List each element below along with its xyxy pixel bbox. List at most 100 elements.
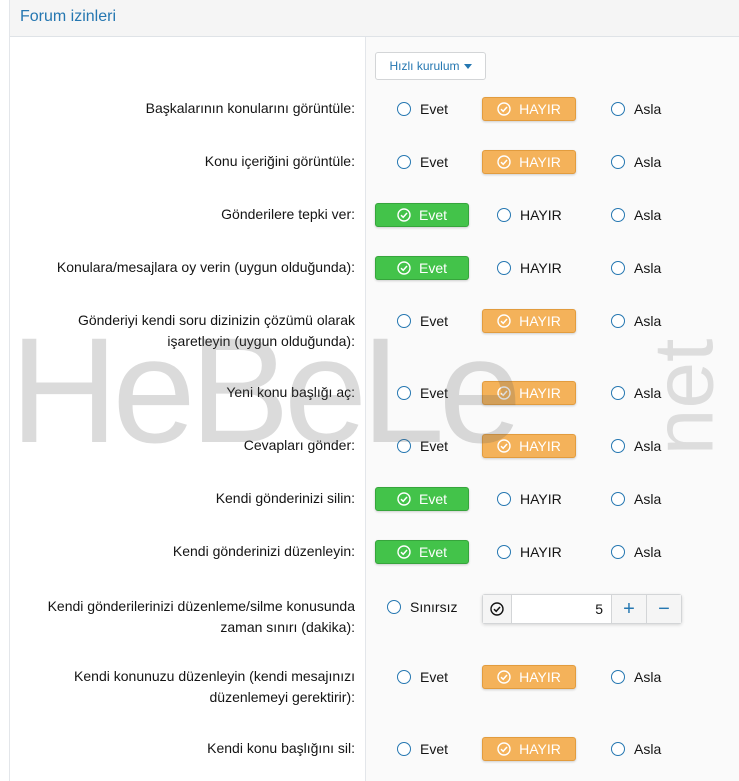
quick-setup-dropdown[interactable]: Hızlı kurulum bbox=[375, 52, 486, 80]
option-yes[interactable]: Evet bbox=[397, 151, 448, 173]
option-label: HAYIR bbox=[519, 385, 561, 401]
increment-button[interactable]: + bbox=[611, 595, 646, 623]
option-label: Asla bbox=[634, 313, 662, 329]
check-circle-icon bbox=[497, 386, 511, 400]
option-yes[interactable]: Evet bbox=[397, 382, 448, 404]
option-never[interactable]: Asla bbox=[611, 435, 661, 457]
option-label: HAYIR bbox=[519, 154, 561, 170]
option-label: HAYIR bbox=[520, 207, 562, 223]
label-line: düzenlemeyi gerektirir): bbox=[209, 689, 356, 705]
permission-label-view-thread-content: Konu içeriğini görüntüle: bbox=[204, 153, 355, 169]
radio-icon bbox=[611, 545, 625, 559]
option-label: Evet bbox=[420, 313, 449, 329]
check-circle-icon bbox=[490, 602, 504, 616]
option-unlimited[interactable]: Sınırsız bbox=[387, 596, 457, 618]
option-label: Asla bbox=[634, 101, 662, 117]
option-label: Evet bbox=[418, 207, 447, 223]
option-no[interactable]: HAYIR bbox=[497, 541, 562, 563]
option-no[interactable]: HAYIR bbox=[497, 204, 562, 226]
caret-down-icon bbox=[463, 63, 472, 69]
radio-icon bbox=[397, 314, 411, 328]
check-circle-icon bbox=[497, 314, 511, 328]
option-label: Asla bbox=[634, 385, 662, 401]
option-never[interactable]: Asla bbox=[611, 151, 661, 173]
option-never[interactable]: Asla bbox=[611, 541, 661, 563]
option-yes[interactable]: Evet bbox=[397, 310, 448, 332]
option-label: HAYIR bbox=[519, 313, 561, 329]
option-no-selected[interactable]: HAYIR bbox=[482, 737, 576, 761]
radio-icon bbox=[611, 102, 625, 116]
option-never[interactable]: Asla bbox=[611, 488, 661, 510]
option-yes-selected[interactable]: Evet bbox=[375, 540, 469, 564]
option-label: Evet bbox=[418, 491, 447, 507]
radio-icon bbox=[611, 742, 625, 756]
check-circle-icon bbox=[497, 742, 511, 756]
option-yes[interactable]: Evet bbox=[397, 738, 448, 760]
option-label: HAYIR bbox=[520, 260, 562, 276]
check-circle-icon bbox=[497, 439, 511, 453]
option-label: HAYIR bbox=[520, 491, 562, 507]
option-label: Asla bbox=[634, 669, 662, 685]
option-never[interactable]: Asla bbox=[611, 204, 661, 226]
option-label: Asla bbox=[634, 207, 662, 223]
limit-enabled-checkbox[interactable] bbox=[483, 595, 512, 623]
option-label: Evet bbox=[420, 669, 449, 685]
option-yes-selected[interactable]: Evet bbox=[375, 203, 469, 227]
option-label: HAYIR bbox=[520, 544, 562, 560]
option-no-selected[interactable]: HAYIR bbox=[482, 381, 576, 405]
time-limit-spinner: 5 + − bbox=[482, 594, 682, 624]
radio-icon bbox=[497, 492, 511, 506]
option-no-selected[interactable]: HAYIR bbox=[482, 434, 576, 458]
option-never[interactable]: Asla bbox=[611, 257, 661, 279]
option-yes-selected[interactable]: Evet bbox=[375, 487, 469, 511]
option-label: HAYIR bbox=[519, 101, 561, 117]
option-yes-selected[interactable]: Evet bbox=[375, 256, 469, 280]
permission-label-post-reply: Cevapları gönder: bbox=[243, 437, 355, 453]
option-never[interactable]: Asla bbox=[611, 382, 661, 404]
decrement-button[interactable]: − bbox=[646, 595, 681, 623]
option-yes[interactable]: Evet bbox=[397, 435, 448, 457]
check-circle-icon bbox=[497, 102, 511, 116]
option-label: HAYIR bbox=[519, 438, 561, 454]
radio-icon bbox=[611, 492, 625, 506]
option-yes[interactable]: Evet bbox=[397, 98, 448, 120]
option-no-selected[interactable]: HAYIR bbox=[482, 97, 576, 121]
radio-icon bbox=[611, 386, 625, 400]
option-never[interactable]: Asla bbox=[611, 98, 661, 120]
option-no[interactable]: HAYIR bbox=[497, 257, 562, 279]
option-label: Asla bbox=[634, 260, 662, 276]
permission-label-delete-own-thread: Kendi konu başlığını sil: bbox=[207, 740, 355, 756]
radio-icon bbox=[611, 155, 625, 169]
option-never[interactable]: Asla bbox=[611, 310, 661, 332]
option-label: Evet bbox=[418, 544, 447, 560]
check-circle-icon bbox=[397, 545, 411, 559]
option-label: HAYIR bbox=[519, 669, 561, 685]
radio-icon bbox=[397, 386, 411, 400]
check-circle-icon bbox=[497, 670, 511, 684]
option-label: Asla bbox=[634, 491, 662, 507]
option-no-selected[interactable]: HAYIR bbox=[482, 309, 576, 333]
radio-icon bbox=[497, 261, 511, 275]
option-no[interactable]: HAYIR bbox=[497, 488, 562, 510]
quick-setup-label: Hızlı kurulum bbox=[389, 59, 460, 73]
option-label: Evet bbox=[420, 385, 449, 401]
option-label: Asla bbox=[634, 438, 662, 454]
label-line: Kendi gönderilerinizi düzenleme/silme ko… bbox=[47, 598, 355, 614]
radio-icon bbox=[397, 439, 411, 453]
option-never[interactable]: Asla bbox=[611, 738, 661, 760]
forum-permissions-page: Forum izinleri Hızlı kurulum Başkalarını… bbox=[0, 0, 739, 781]
radio-icon bbox=[611, 261, 625, 275]
option-never[interactable]: Asla bbox=[611, 666, 661, 688]
option-label: Asla bbox=[634, 544, 662, 560]
permission-label-edit-time-limit: Kendi gönderilerinizi düzenleme/silme ko… bbox=[5, 596, 355, 638]
radio-icon bbox=[397, 155, 411, 169]
section-header: Forum izinleri bbox=[10, 0, 739, 37]
permission-label-new-thread: Yeni konu başlığı aç: bbox=[226, 384, 355, 400]
option-label: Asla bbox=[634, 154, 662, 170]
option-label: HAYIR bbox=[519, 741, 561, 757]
option-yes[interactable]: Evet bbox=[397, 666, 448, 688]
option-no-selected[interactable]: HAYIR bbox=[482, 150, 576, 174]
option-no-selected[interactable]: HAYIR bbox=[482, 665, 576, 689]
time-limit-value[interactable]: 5 bbox=[512, 595, 611, 623]
option-label: Evet bbox=[420, 438, 449, 454]
